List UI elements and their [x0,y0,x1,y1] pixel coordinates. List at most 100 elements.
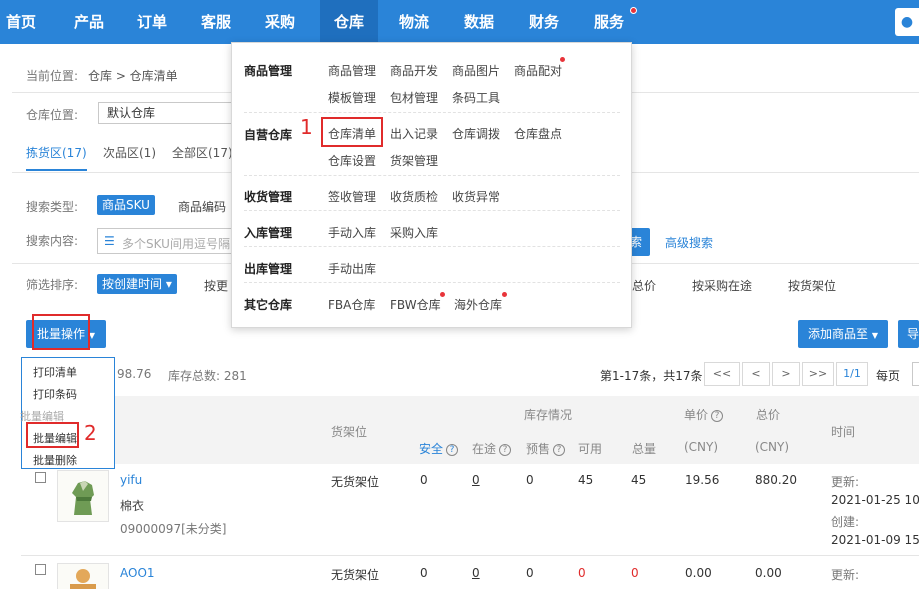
menu-separator [244,112,620,113]
menu-link-manual-outbound[interactable]: 手动出库 [328,260,376,277]
nav-finance[interactable]: 财务 [520,0,568,44]
col-total-price: 总价 [756,408,781,422]
row-unit-price: 19.56 [685,473,720,487]
sort-total-price[interactable]: 总价 [632,277,656,294]
product-thumbnail [57,470,109,522]
menu-link-packaging[interactable]: 包材管理 [390,89,438,106]
nav-home[interactable]: 首页 [0,0,42,44]
menu-link-quality-check[interactable]: 收货质检 [390,188,438,205]
menu-link-shelf-manage[interactable]: 货架管理 [390,152,438,169]
help-icon[interactable]: ? [711,409,724,422]
per-page-select[interactable] [912,362,919,386]
menu-link-manual-inbound[interactable]: 手动入库 [328,224,376,241]
row-available: 0 [578,566,586,580]
menu-link-product-image[interactable]: 商品图片 [452,62,500,79]
per-page-label: 每页 [876,369,901,383]
nav-order[interactable]: 订单 [128,0,176,44]
menu-link-template[interactable]: 模板管理 [328,89,376,106]
nav-product[interactable]: 产品 [65,0,113,44]
sort-update[interactable]: 按更 [204,277,228,294]
page-prev-button[interactable]: < [742,362,770,386]
menu-item-print-barcode[interactable]: 打印条码 [33,386,77,402]
sort-shelf[interactable]: 按货架位 [788,277,836,294]
new-dot [440,292,445,297]
sort-created-time[interactable]: 按创建时间 ▾ [97,274,177,294]
col-safe-label: 安全 [419,442,444,456]
nav-service[interactable]: 客服 [192,0,240,44]
row-updated-label: 更新: [831,568,860,582]
menu-item-print-list[interactable]: 打印清单 [33,364,77,380]
nav-services[interactable]: 服务 [585,0,633,44]
row-transit-link[interactable]: 0 [472,473,480,487]
menu-link-fbw[interactable]: FBW仓库 [390,296,441,313]
export-button[interactable]: 导 [898,320,919,348]
col-transit: 在途? [472,440,512,457]
nav-warehouse[interactable]: 仓库 [320,0,378,44]
row-checkbox[interactable] [35,472,46,483]
col-safe[interactable]: 安全? [419,440,459,457]
tab-picking-label: 拣货区(17) [26,146,87,160]
row-unit-price: 0.00 [685,566,712,580]
menu-link-sign-receipt[interactable]: 签收管理 [328,188,376,205]
search-type-code[interactable]: 商品编码 [178,198,226,215]
menu-link-transfer[interactable]: 仓库调拨 [452,125,500,142]
search-input[interactable]: ☰ 多个SKU间用逗号隔 [97,228,237,254]
menu-link-fba[interactable]: FBA仓库 [328,296,375,313]
row-total: 0 [631,566,639,580]
menu-separator [244,246,620,247]
menu-link-stocktake[interactable]: 仓库盘点 [514,125,562,142]
help-icon[interactable]: ? [553,443,566,456]
add-product-to-label: 添加商品至 [808,327,869,341]
menu-link-in-out-record[interactable]: 出入记录 [390,125,438,142]
menu-link-barcode-tool[interactable]: 条码工具 [452,89,500,106]
help-icon[interactable]: ? [499,443,512,456]
new-dot [502,292,507,297]
table-header: 货架位 库存情况 安全? 在途? 预售? 可用 总量 单价? (CNY) 总价 … [21,396,919,464]
page-first-button[interactable]: << [704,362,740,386]
menu-link-product-match[interactable]: 商品配对 [514,62,562,79]
col-presale: 预售? [526,440,566,457]
page-last-button[interactable]: >> [802,362,834,386]
nav-logistics[interactable]: 物流 [390,0,438,44]
pagination-range: 第1-17条，共17条 [600,369,703,383]
menu-link-warehouse-settings[interactable]: 仓库设置 [328,152,376,169]
col-shelf: 货架位 [331,425,368,439]
new-dot [560,57,565,62]
col-total: 总量 [632,442,657,456]
user-icon[interactable]: ● [895,8,919,36]
menu-link-receiving-exception[interactable]: 收货异常 [452,188,500,205]
menu-category-own-warehouse: 自营仓库 [244,128,293,142]
advanced-search-link[interactable]: 高级搜索 [665,234,713,251]
row-presale: 0 [526,566,534,580]
col-presale-label: 预售 [526,442,551,456]
help-icon[interactable]: ? [446,443,459,456]
menu-item-batch-delete[interactable]: 批量删除 [33,452,77,468]
product-sku-link[interactable]: yifu [120,473,142,487]
tab-picking[interactable]: 拣货区(17) [26,144,87,171]
tab-defective[interactable]: 次品区(1) [103,144,156,161]
page-next-button[interactable]: > [772,362,800,386]
menu-link-purchase-inbound[interactable]: 采购入库 [390,224,438,241]
menu-category-receiving: 收货管理 [244,190,293,204]
tab-all[interactable]: 全部区(17) [172,144,233,161]
nav-data[interactable]: 数据 [455,0,503,44]
menu-link-product-manage[interactable]: 商品管理 [328,62,376,79]
row-available: 45 [578,473,594,487]
menu-link-overseas[interactable]: 海外仓库 [454,296,502,313]
sort-purchase-transit[interactable]: 按采购在途 [692,277,752,294]
nav-purchase[interactable]: 采购 [256,0,304,44]
row-checkbox[interactable] [35,564,46,575]
product-thumbnail [57,563,109,589]
menu-category-inbound: 入库管理 [244,226,293,240]
menu-category-other-warehouse: 其它仓库 [244,298,293,312]
menu-separator [244,175,620,176]
warehouse-select[interactable]: 默认仓库 [98,102,238,124]
product-sku-link[interactable]: AOO1 [120,566,155,580]
search-type-sku[interactable]: 商品SKU [97,195,155,215]
add-product-to-button[interactable]: 添加商品至 ▼ [798,320,888,348]
row-transit-link[interactable]: 0 [472,566,480,580]
page-indicator: 1/1 [836,362,868,386]
row-shelf: 无货架位 [331,475,380,489]
menu-link-product-develop[interactable]: 商品开发 [390,62,438,79]
sort-label: 筛选排序: [26,278,79,292]
